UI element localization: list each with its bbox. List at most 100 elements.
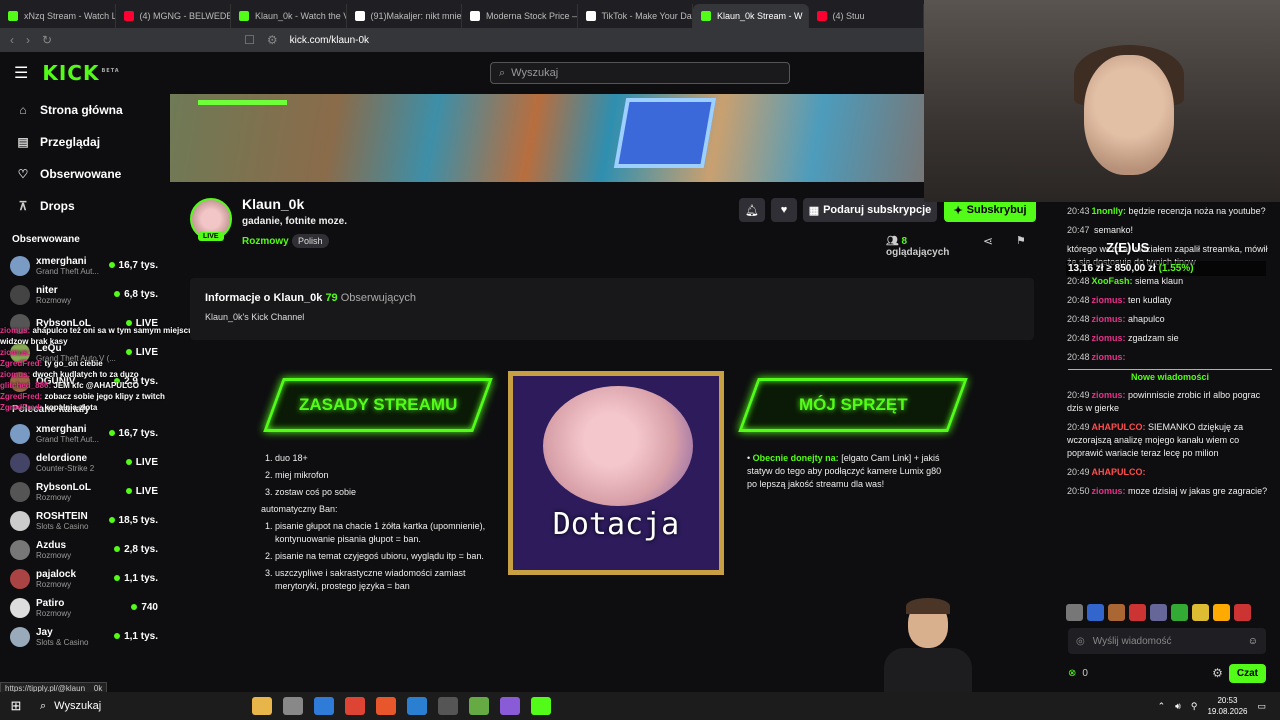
search-placeholder: Wyszukaj bbox=[511, 67, 559, 79]
taskbar-app-icon[interactable] bbox=[314, 697, 334, 715]
url-field[interactable]: kick.com/klaun-0k bbox=[290, 35, 369, 46]
channel-item[interactable]: niter Rozmowy 6,8 tys. bbox=[0, 280, 170, 309]
stream-video[interactable] bbox=[170, 94, 924, 182]
send-chat-button[interactable]: Czat bbox=[1228, 663, 1266, 683]
taskbar-app-icon[interactable] bbox=[407, 697, 427, 715]
channel-item[interactable]: xmerghani Grand Theft Aut... 16,7 tys. bbox=[0, 251, 170, 280]
emote-icon[interactable] bbox=[1108, 604, 1125, 621]
channel-item[interactable]: Jay Slots & Casino 1,1 tys. bbox=[0, 622, 170, 651]
new-chat-messages: 20:49 ziomus: powinniscie zrobic irl albo… bbox=[1060, 386, 1280, 501]
taskbar-search[interactable]: ⌕ Wyszukaj bbox=[32, 692, 222, 720]
about-description: Klaun_0k's Kick Channel bbox=[205, 312, 305, 322]
chat-input[interactable]: ◎ Wyślij wiadomość ☺ bbox=[1068, 628, 1266, 654]
bookmark-icon[interactable]: ☐ bbox=[244, 33, 255, 47]
chat-user[interactable]: AHAPULCO: bbox=[1092, 422, 1146, 432]
emote-icon[interactable] bbox=[1150, 604, 1167, 621]
chevron-up-icon[interactable]: ⌃ bbox=[1158, 701, 1166, 712]
site-info-icon[interactable]: ⚙ bbox=[267, 33, 278, 47]
donate-panel[interactable]: Dotacja bbox=[508, 371, 724, 575]
taskbar-app-icon[interactable] bbox=[469, 697, 489, 715]
notifications-icon[interactable]: ▭ bbox=[1257, 701, 1266, 712]
chat-user[interactable]: ziomus: bbox=[1092, 333, 1126, 343]
taskbar-app-icon[interactable] bbox=[376, 697, 396, 715]
emote-icon[interactable] bbox=[1213, 604, 1230, 621]
sidebar-item-drops[interactable]: ⊼ Drops bbox=[0, 190, 170, 222]
taskbar-app-icon[interactable] bbox=[438, 697, 458, 715]
tab-title: (91)Makaljer: nikt mnie nie bbox=[370, 11, 462, 21]
emote-icon[interactable] bbox=[1192, 604, 1209, 621]
chat-user[interactable]: XooFash: bbox=[1092, 276, 1133, 286]
overlay-chat-user: ziomus: bbox=[0, 326, 31, 335]
emote-icon[interactable] bbox=[1171, 604, 1188, 621]
channel-item[interactable]: Patiro Rozmowy 740 bbox=[0, 593, 170, 622]
sidebar-item-obserwowane[interactable]: ♡ Obserwowane bbox=[0, 158, 170, 190]
browser-tab[interactable]: Moderna Stock Price — M bbox=[462, 4, 578, 28]
menu-icon[interactable]: ☰ bbox=[14, 63, 28, 83]
chat-user[interactable]: 1nonlly: bbox=[1092, 206, 1127, 216]
browser-tab[interactable]: (4) Stuu bbox=[809, 4, 924, 28]
share-icon[interactable]: ⋖ bbox=[983, 234, 993, 248]
kick-logo[interactable]: KICK BETA bbox=[42, 61, 119, 85]
browser-tab[interactable]: Klaun_0k - Watch the VOD bbox=[231, 4, 347, 28]
browser-tab[interactable]: Klaun_0k Stream - W✕ bbox=[693, 4, 809, 28]
bell-icon: 🔔︎ bbox=[745, 204, 759, 217]
site-header: ☰ KICK BETA ⌕ Wyszukaj bbox=[0, 52, 924, 94]
emoji-icon[interactable]: ☺ bbox=[1248, 636, 1258, 647]
emote-icon[interactable] bbox=[1129, 604, 1146, 621]
chat-badge-icon[interactable]: ◎ bbox=[1076, 636, 1085, 647]
sidebar-item-przegldaj[interactable]: ▤ Przeglądaj bbox=[0, 126, 170, 158]
category-link[interactable]: Rozmowy bbox=[242, 236, 289, 247]
tab-favicon-icon bbox=[585, 11, 596, 21]
sidebar-item-stronagwna[interactable]: ⌂ Strona główna bbox=[0, 94, 170, 126]
channel-item[interactable]: xmerghani Grand Theft Aut... 16,7 tys. bbox=[0, 419, 170, 448]
channel-profile: LIVE Klaun_0k gadanie, fotnite moze. Roz… bbox=[170, 182, 1036, 260]
chat-user[interactable]: ziomus: bbox=[1092, 352, 1126, 362]
browser-tab[interactable]: (91)Makaljer: nikt mnie nie bbox=[347, 4, 462, 28]
forward-icon[interactable]: › bbox=[26, 33, 30, 47]
channel-item[interactable]: delordione Counter-Strike 2 LIVE bbox=[0, 448, 170, 477]
chat-user[interactable]: ziomus: bbox=[1092, 314, 1126, 324]
network-icon[interactable]: ⚲ bbox=[1191, 701, 1198, 712]
taskbar: ⊞ ⌕ Wyszukaj ⌃ 🔊︎ ⚲ 20:53 19.08.2026 ▭ bbox=[0, 692, 1280, 720]
rule-item: duo 18+ bbox=[275, 452, 501, 465]
emote-icon[interactable] bbox=[1066, 604, 1083, 621]
windows-start-icon[interactable]: ⊞ bbox=[0, 698, 32, 714]
taskbar-app-icon[interactable] bbox=[345, 697, 365, 715]
clock[interactable]: 20:53 19.08.2026 bbox=[1207, 695, 1247, 717]
notification-button[interactable]: 🔔︎ bbox=[739, 198, 765, 222]
emote-icon[interactable] bbox=[1087, 604, 1104, 621]
tab-favicon-icon bbox=[816, 11, 827, 21]
channel-item[interactable]: pajalock Rozmowy 1,1 tys. bbox=[0, 564, 170, 593]
follow-heart-button[interactable]: ♥ bbox=[771, 198, 797, 222]
taskbar-app-icon[interactable] bbox=[252, 697, 272, 715]
taskbar-app-icon[interactable] bbox=[531, 697, 551, 715]
volume-icon[interactable]: 🔊︎ bbox=[1175, 701, 1181, 712]
browser-tab[interactable]: (4) MGNG - BELWEDER (o bbox=[116, 4, 231, 28]
settings-icon[interactable]: ⚙ bbox=[1212, 666, 1223, 680]
live-badge: LIVE bbox=[198, 232, 224, 241]
emote-icon[interactable] bbox=[1234, 604, 1251, 621]
points-icon[interactable]: ⊗ bbox=[1068, 668, 1076, 679]
chat-user[interactable]: ziomus: bbox=[1092, 390, 1126, 400]
gift-subscription-button[interactable]: ▦ Podaruj subskrypcje bbox=[803, 198, 937, 222]
channel-item[interactable]: ROSHTEIN Slots & Casino 18,5 tys. bbox=[0, 506, 170, 535]
search-input[interactable]: ⌕ Wyszukaj bbox=[490, 62, 790, 84]
channel-item[interactable]: RybsonLoL Rozmowy LIVE bbox=[0, 477, 170, 506]
donate-text: Dotacja bbox=[552, 507, 680, 542]
chat-user[interactable]: ziomus: bbox=[1092, 295, 1126, 305]
chat-messages: 20:43 1nonlly: będzie recenzja noża na yo… bbox=[1060, 202, 1280, 367]
browser-tab[interactable]: xNzq Stream - Watch Live bbox=[0, 4, 116, 28]
report-icon[interactable]: ⚑ bbox=[1016, 234, 1026, 247]
chat-user[interactable]: AHAPULCO: bbox=[1092, 467, 1146, 477]
ban-list: pisanie głupot na chacie 1 żółta kartka … bbox=[261, 520, 501, 593]
tab-favicon-icon bbox=[8, 11, 18, 21]
taskbar-app-icon[interactable] bbox=[283, 697, 303, 715]
language-tag[interactable]: Polish bbox=[292, 234, 329, 248]
back-icon[interactable]: ‹ bbox=[10, 33, 14, 47]
channel-item[interactable]: Azdus Rozmowy 2,8 tys. bbox=[0, 535, 170, 564]
taskbar-app-icon[interactable] bbox=[500, 697, 520, 715]
reload-icon[interactable]: ↻ bbox=[42, 33, 52, 47]
chat-user[interactable]: ziomus: bbox=[1092, 486, 1126, 496]
channel-category: Slots & Casino bbox=[36, 637, 89, 647]
browser-tab[interactable]: TikTok - Make Your Day bbox=[578, 4, 693, 28]
